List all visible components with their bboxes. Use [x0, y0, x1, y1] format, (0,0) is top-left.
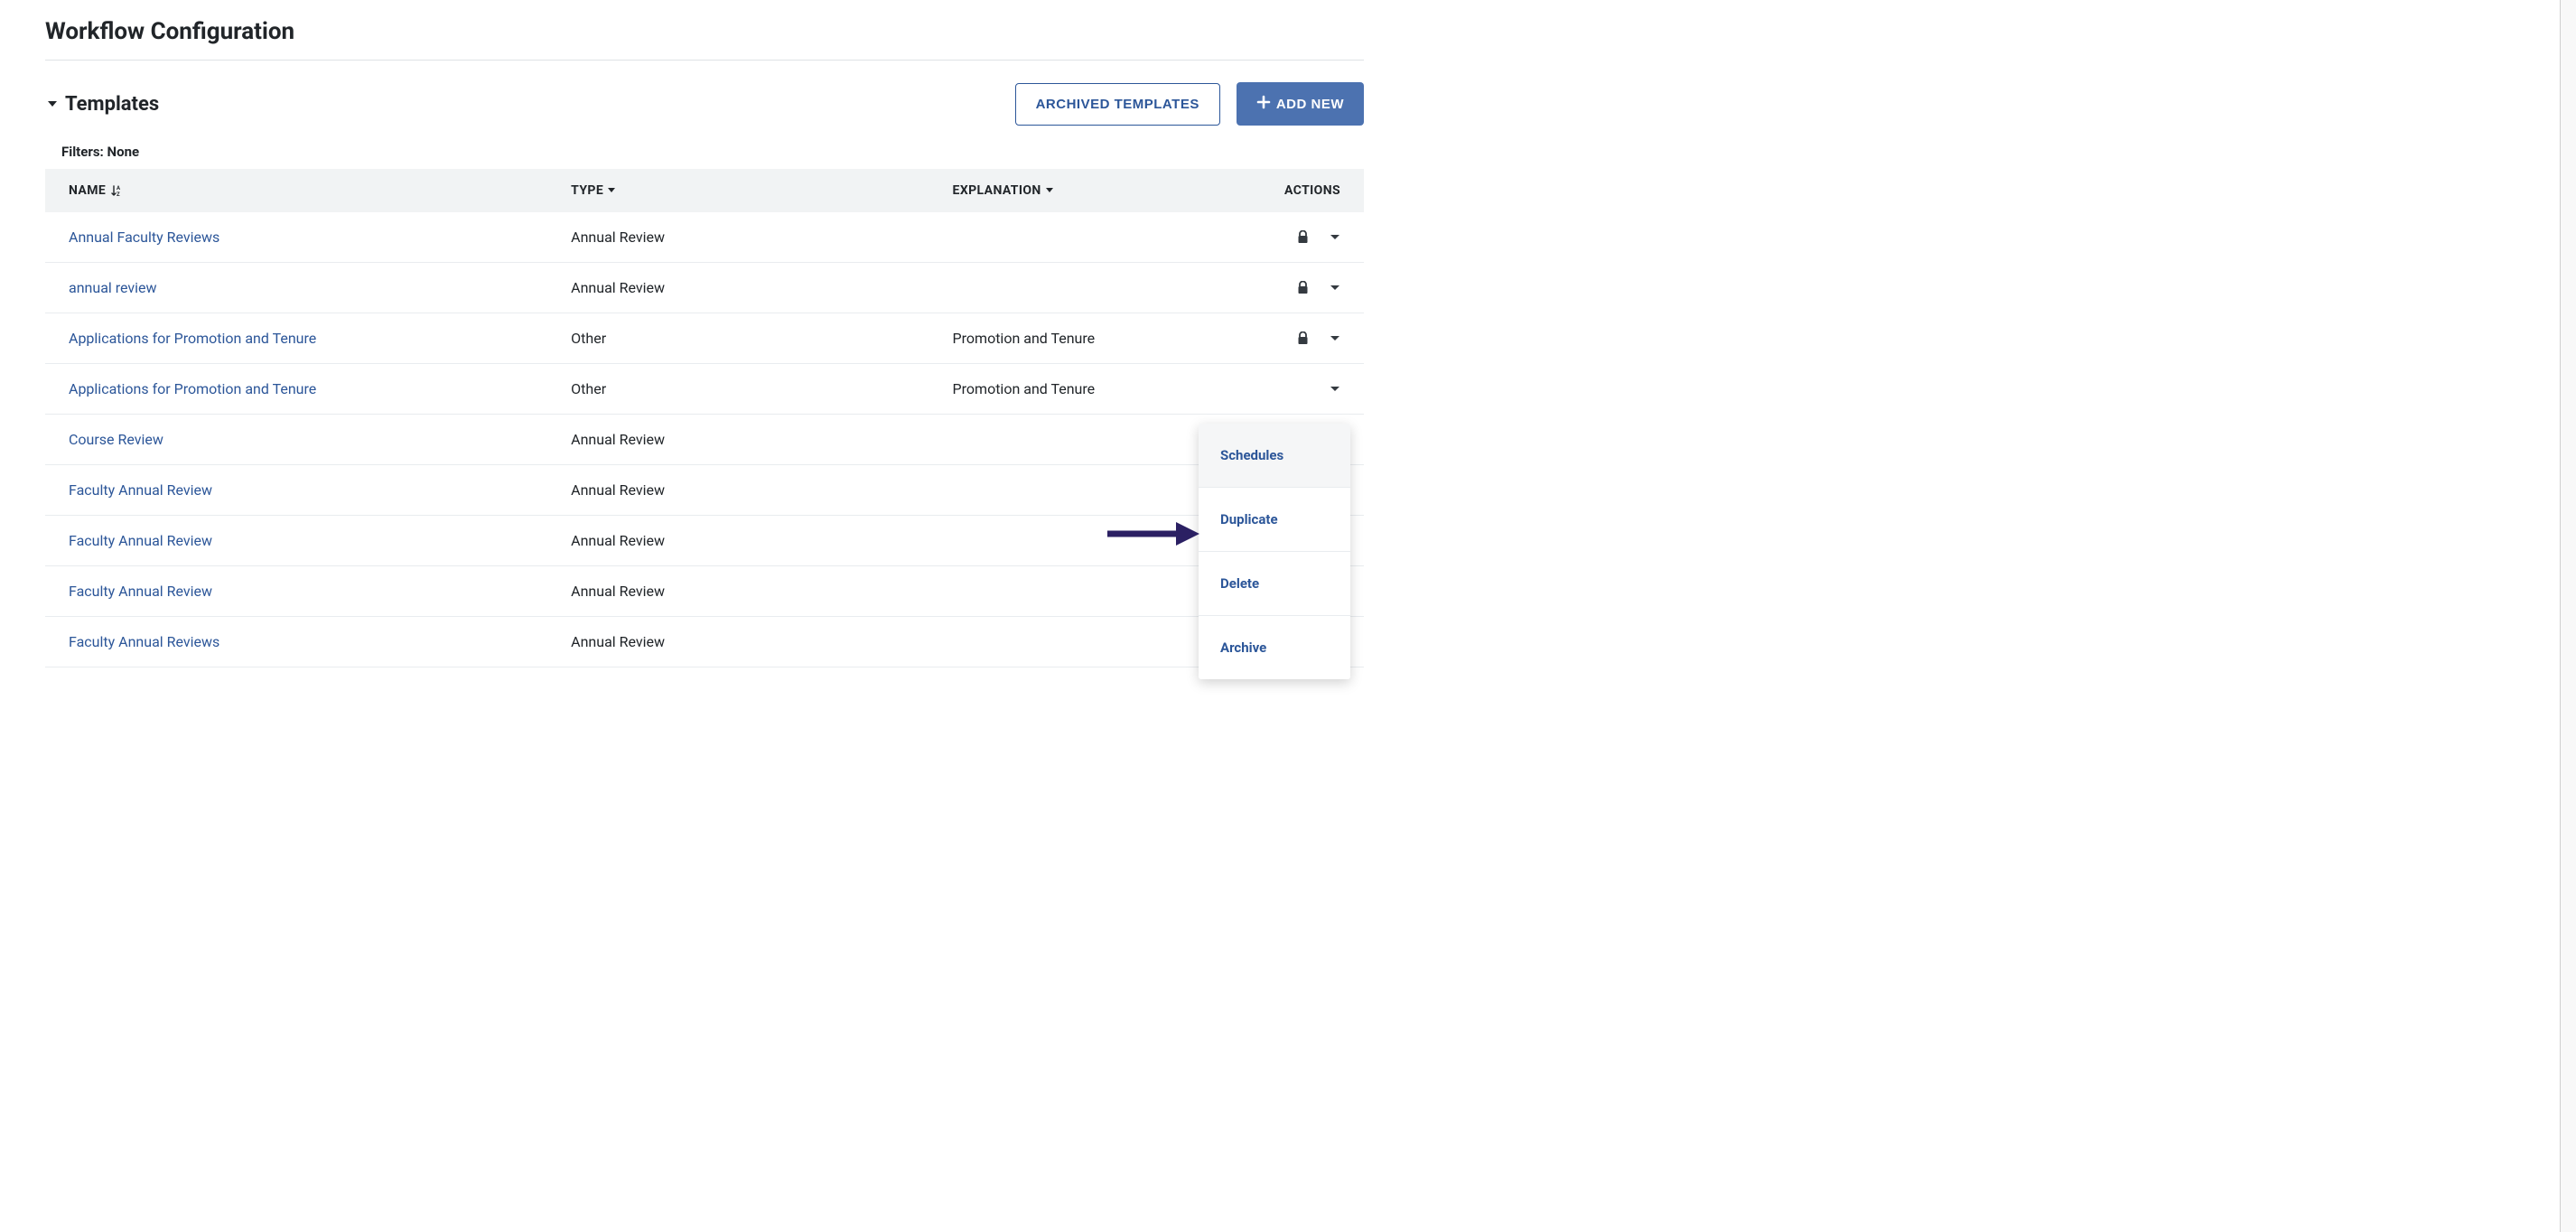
table-row: Applications for Promotion and Tenure Oth…: [45, 364, 1364, 415]
menu-item-archive[interactable]: Archive: [1199, 616, 1350, 679]
cell-name: Faculty Annual Review: [69, 532, 571, 549]
cell-actions: [1232, 331, 1340, 346]
cell-name: Faculty Annual Review: [69, 481, 571, 499]
chevron-down-icon: [45, 97, 60, 111]
archived-templates-button[interactable]: ARCHIVED TEMPLATES: [1015, 83, 1220, 126]
filters-display: Filters: None: [45, 144, 1364, 160]
table-row: Annual Faculty Reviews Annual Review: [45, 212, 1364, 263]
section-header: Templates ARCHIVED TEMPLATES ADD NEW: [45, 82, 1364, 126]
column-header-type[interactable]: TYPE: [571, 183, 952, 198]
cell-type: Annual Review: [571, 279, 952, 296]
type-text: Annual Review: [571, 431, 665, 448]
row-actions-toggle[interactable]: [1330, 285, 1340, 292]
table-row: Faculty Annual Reviews Annual Review: [45, 617, 1364, 667]
cell-explanation: Promotion and Tenure: [953, 330, 1233, 347]
caret-down-icon: [1045, 187, 1054, 194]
row-actions-menu: SchedulesDuplicateDeleteArchive: [1199, 424, 1350, 679]
section-title-toggle[interactable]: Templates: [45, 93, 159, 116]
page-title: Workflow Configuration: [45, 18, 1364, 45]
table-row: annual review Annual Review: [45, 263, 1364, 313]
column-header-actions: ACTIONS: [1232, 183, 1340, 198]
add-new-label: ADD NEW: [1276, 97, 1344, 112]
type-text: Annual Review: [571, 279, 665, 296]
template-name-link[interactable]: Applications for Promotion and Tenure: [69, 330, 316, 347]
type-text: Annual Review: [571, 481, 665, 499]
template-name-link[interactable]: Faculty Annual Reviews: [69, 633, 219, 650]
cell-type: Annual Review: [571, 431, 952, 448]
row-actions-toggle[interactable]: [1330, 234, 1340, 241]
cell-actions: [1232, 281, 1340, 295]
table-row: Faculty Annual Review Annual Review: [45, 566, 1364, 617]
template-name-link[interactable]: Faculty Annual Review: [69, 583, 212, 600]
add-new-button[interactable]: ADD NEW: [1237, 82, 1364, 126]
column-header-name[interactable]: NAME A Z: [69, 183, 571, 198]
menu-item-duplicate[interactable]: Duplicate: [1199, 488, 1350, 552]
cell-name: Course Review: [69, 431, 571, 448]
lock-icon: [1297, 331, 1310, 346]
menu-item-schedules[interactable]: Schedules: [1199, 424, 1350, 488]
cell-name: Annual Faculty Reviews: [69, 229, 571, 246]
template-name-link[interactable]: Applications for Promotion and Tenure: [69, 380, 316, 397]
column-explanation-label: EXPLANATION: [953, 183, 1041, 198]
filters-value: None: [107, 144, 140, 160]
cell-type: Other: [571, 380, 952, 397]
template-name-link[interactable]: Faculty Annual Review: [69, 532, 212, 549]
table-body: Annual Faculty ReviewsAnnual Reviewannua…: [45, 212, 1364, 667]
cell-type: Annual Review: [571, 532, 952, 549]
lock-icon: [1297, 230, 1310, 245]
table-header: NAME A Z TYPE EXPLANATION: [45, 169, 1364, 212]
cell-type: Annual Review: [571, 633, 952, 650]
table-row: Course Review Annual Review: [45, 415, 1364, 465]
row-actions-toggle[interactable]: [1330, 386, 1340, 393]
cell-name: Applications for Promotion and Tenure: [69, 380, 571, 397]
vertical-scrollbar[interactable]: [2560, 0, 2576, 1232]
type-text: Other: [571, 330, 606, 347]
type-text: Other: [571, 380, 606, 397]
table-row: Applications for Promotion and Tenure Oth…: [45, 313, 1364, 364]
header-actions: ARCHIVED TEMPLATES ADD NEW: [1015, 82, 1364, 126]
template-name-link[interactable]: annual review: [69, 279, 157, 296]
type-text: Annual Review: [571, 583, 665, 600]
template-name-link[interactable]: Course Review: [69, 431, 163, 448]
svg-text:A: A: [117, 185, 121, 191]
cell-explanation: Promotion and Tenure: [953, 380, 1233, 397]
cell-type: Annual Review: [571, 229, 952, 246]
sort-asc-icon: A Z: [111, 184, 122, 197]
explanation-text: Promotion and Tenure: [953, 330, 1096, 347]
row-actions-toggle[interactable]: [1330, 335, 1340, 342]
cell-name: annual review: [69, 279, 571, 296]
column-type-label: TYPE: [571, 183, 603, 198]
archived-templates-label: ARCHIVED TEMPLATES: [1036, 97, 1199, 112]
svg-text:Z: Z: [117, 191, 120, 197]
cell-name: Applications for Promotion and Tenure: [69, 330, 571, 347]
plus-icon: [1256, 95, 1271, 113]
cell-type: Annual Review: [571, 583, 952, 600]
menu-item-delete[interactable]: Delete: [1199, 552, 1350, 616]
caret-down-icon: [607, 187, 616, 194]
cell-type: Annual Review: [571, 481, 952, 499]
cell-name: Faculty Annual Review: [69, 583, 571, 600]
cell-type: Other: [571, 330, 952, 347]
section-title: Templates: [65, 93, 159, 116]
filters-label-text: Filters:: [61, 144, 104, 160]
cell-actions: [1232, 230, 1340, 245]
cell-name: Faculty Annual Reviews: [69, 633, 571, 650]
explanation-text: Promotion and Tenure: [953, 380, 1096, 397]
type-text: Annual Review: [571, 532, 665, 549]
type-text: Annual Review: [571, 229, 665, 246]
table-row: Faculty Annual Review Annual Review: [45, 465, 1364, 516]
table-row: Faculty Annual Review Annual Review: [45, 516, 1364, 566]
column-actions-label: ACTIONS: [1284, 183, 1340, 198]
template-name-link[interactable]: Annual Faculty Reviews: [69, 229, 219, 246]
divider: [45, 60, 1364, 61]
templates-table: NAME A Z TYPE EXPLANATION: [45, 169, 1364, 667]
column-name-label: NAME: [69, 183, 106, 198]
template-name-link[interactable]: Faculty Annual Review: [69, 481, 212, 499]
cell-actions: [1232, 386, 1340, 393]
column-header-explanation[interactable]: EXPLANATION: [953, 183, 1233, 198]
lock-icon: [1297, 281, 1310, 295]
type-text: Annual Review: [571, 633, 665, 650]
